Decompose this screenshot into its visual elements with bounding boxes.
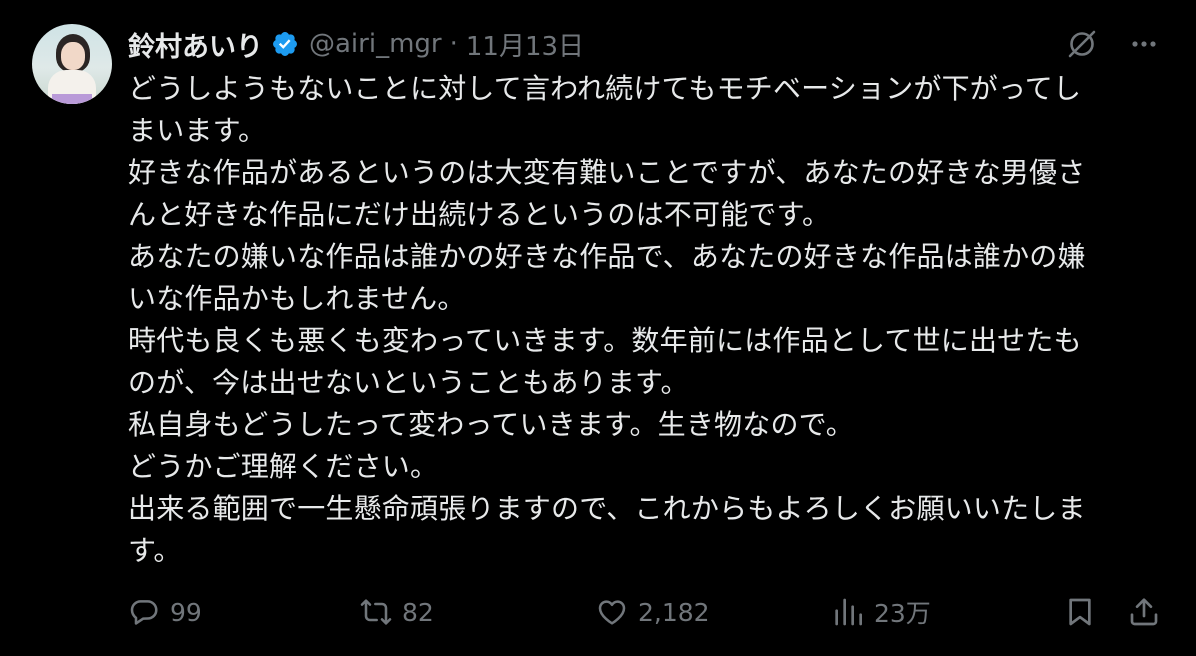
bookmark-button[interactable] xyxy=(1064,592,1096,632)
tweet-line: す。 xyxy=(128,534,182,567)
verified-badge-icon[interactable] xyxy=(271,30,299,58)
reply-count: 99 xyxy=(170,597,202,627)
user-handle[interactable]: @airi_mgr xyxy=(309,29,442,59)
tweet-line: 好きな作品があるというのは大変有難いことですが、あなたの好きな男優さ xyxy=(128,156,1086,189)
tweet-header: 鈴村あいり @airi_mgr · 11月13日 xyxy=(128,25,584,64)
tweet-line: どうしようもないことに対して言われ続けてもモチベーションが下がってし xyxy=(128,72,1082,105)
tweet-line: あなたの嫌いな作品は誰かの好きな作品で、あなたの好きな作品は誰かの嫌 xyxy=(128,240,1086,273)
views-count: 23万 xyxy=(874,599,931,628)
views-icon xyxy=(835,598,862,626)
top-actions xyxy=(1066,28,1160,60)
heart-icon xyxy=(598,600,626,625)
more-icon[interactable] xyxy=(1128,28,1160,60)
reply-icon xyxy=(130,600,158,625)
avatar-face xyxy=(61,42,85,70)
reply-button[interactable]: 99 xyxy=(128,592,202,632)
post-date[interactable]: 11月13日 xyxy=(466,26,584,63)
avatar-skirt xyxy=(52,94,92,104)
tweet-line: 時代も良くも悪くも変わっていきます。数年前には作品として世に出せたも xyxy=(128,324,1082,357)
display-name[interactable]: 鈴村あいり xyxy=(128,25,263,64)
bookmark-icon xyxy=(1069,598,1091,626)
action-bar: 99 82 2,182 23万 xyxy=(128,592,1168,632)
share-icon xyxy=(1130,598,1158,626)
repost-button[interactable]: 82 xyxy=(360,592,434,632)
share-button[interactable] xyxy=(1128,592,1160,632)
tweet-line: んと好きな作品にだけ出続けるというのは不可能です。 xyxy=(128,198,831,231)
repost-icon xyxy=(360,599,392,625)
tweet: 鈴村あいり @airi_mgr · 11月13日 どうしようもないことに対して言… xyxy=(0,0,1196,656)
views-button[interactable]: 23万 xyxy=(832,592,931,632)
tweet-line: のが、今は出せないということもあります。 xyxy=(128,366,689,399)
tweet-line: 私自身もどうしたって変わっていきます。生き物なので。 xyxy=(128,408,854,441)
like-button[interactable]: 2,182 xyxy=(596,592,710,632)
header-separator: · xyxy=(449,29,458,59)
tweet-line: いな作品かもしれません。 xyxy=(128,282,466,315)
grok-icon[interactable] xyxy=(1066,28,1098,60)
tweet-text: どうしようもないことに対して言われ続けてもモチベーションが下がってし まいます。… xyxy=(128,68,1158,572)
like-count: 2,182 xyxy=(638,597,710,627)
tweet-line: 出来る範囲で一生懸命頑張りますので、これからもよろしくお願いいたしま xyxy=(128,492,1086,525)
avatar[interactable] xyxy=(32,24,112,104)
tweet-line: どうかご理解ください。 xyxy=(128,450,439,483)
repost-count: 82 xyxy=(402,597,434,627)
tweet-line: まいます。 xyxy=(128,114,267,147)
